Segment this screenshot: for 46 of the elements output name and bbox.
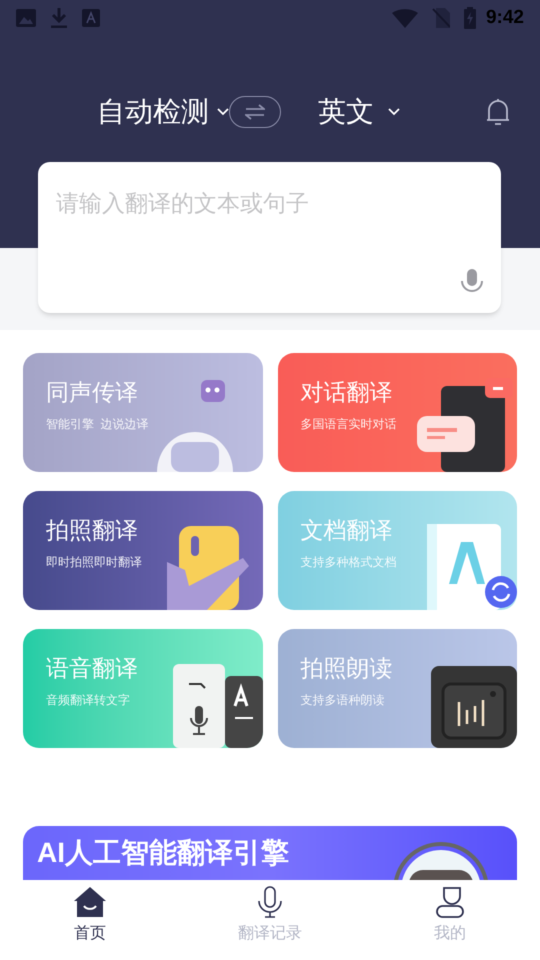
feature-card[interactable]: 同声传译 智能引擎 边说边译 — [23, 353, 262, 472]
nav-tab[interactable]: 翻译记录 — [210, 886, 330, 960]
image-icon — [16, 9, 36, 27]
feature-card[interactable]: 拍照朗读 支持多语种朗读 — [278, 629, 517, 748]
no-sim-icon — [432, 8, 450, 28]
feature-card[interactable]: 对话翻译 多国语言实时对话 — [278, 353, 517, 472]
home-icon — [73, 886, 107, 918]
card-title: 文档翻译 — [300, 519, 392, 542]
card-title: 同声传译 — [46, 381, 138, 404]
notification-bell-icon[interactable] — [486, 98, 510, 126]
target-language-selector[interactable]: 英文 — [318, 91, 400, 133]
feature-card[interactable]: 拍照翻译 即时拍照即时翻译 — [23, 491, 262, 610]
card-title: 拍照翻译 — [46, 519, 138, 542]
card-subtitle: 支持多语种朗读 — [300, 692, 384, 709]
chevron-down-icon — [388, 108, 400, 116]
card-subtitle: 智能引擎 边说边译 — [46, 416, 149, 433]
status-time: 9:42 — [486, 6, 524, 30]
font-icon — [82, 9, 100, 27]
chevron-down-icon — [217, 108, 229, 116]
card-title: 对话翻译 — [300, 381, 392, 404]
card-subtitle: 多国语言实时对话 — [300, 416, 396, 433]
card-subtitle: 支持多种格式文档 — [300, 554, 396, 571]
person-icon — [435, 886, 465, 918]
speaker-device-icon — [431, 666, 517, 748]
microphone-icon — [256, 886, 284, 918]
voice-text-icon — [172, 664, 262, 748]
banner-title: AI人工智能翻译引擎 — [37, 836, 289, 870]
card-title: 拍照朗读 — [300, 657, 392, 680]
wifi-icon — [392, 8, 418, 28]
card-title: 语音翻译 — [46, 657, 138, 680]
source-language-selector[interactable]: 自动检测 — [97, 91, 229, 133]
nav-tab[interactable]: 我的 — [390, 886, 510, 960]
nav-tab[interactable]: 首页 — [30, 886, 150, 960]
text-input[interactable]: 请输入翻译的文本或句子 — [38, 162, 501, 262]
swap-language-button[interactable] — [229, 96, 281, 128]
document-letter-icon — [427, 524, 517, 610]
feature-card[interactable]: 语音翻译 音频翻译转文字 — [23, 629, 262, 748]
swap-icon — [245, 104, 265, 120]
ai-banner[interactable]: AI人工智能翻译引擎 — [23, 826, 517, 880]
translation-input-field[interactable]: 请输入翻译的文本或句子 — [38, 162, 501, 313]
card-subtitle: 音频翻译转文字 — [46, 692, 130, 709]
download-icon — [50, 8, 68, 28]
card-subtitle: 即时拍照即时翻译 — [46, 554, 142, 571]
microphone-icon[interactable] — [461, 269, 483, 293]
battery-icon — [464, 7, 476, 29]
feature-card[interactable]: 文档翻译 支持多种格式文档 — [278, 491, 517, 610]
